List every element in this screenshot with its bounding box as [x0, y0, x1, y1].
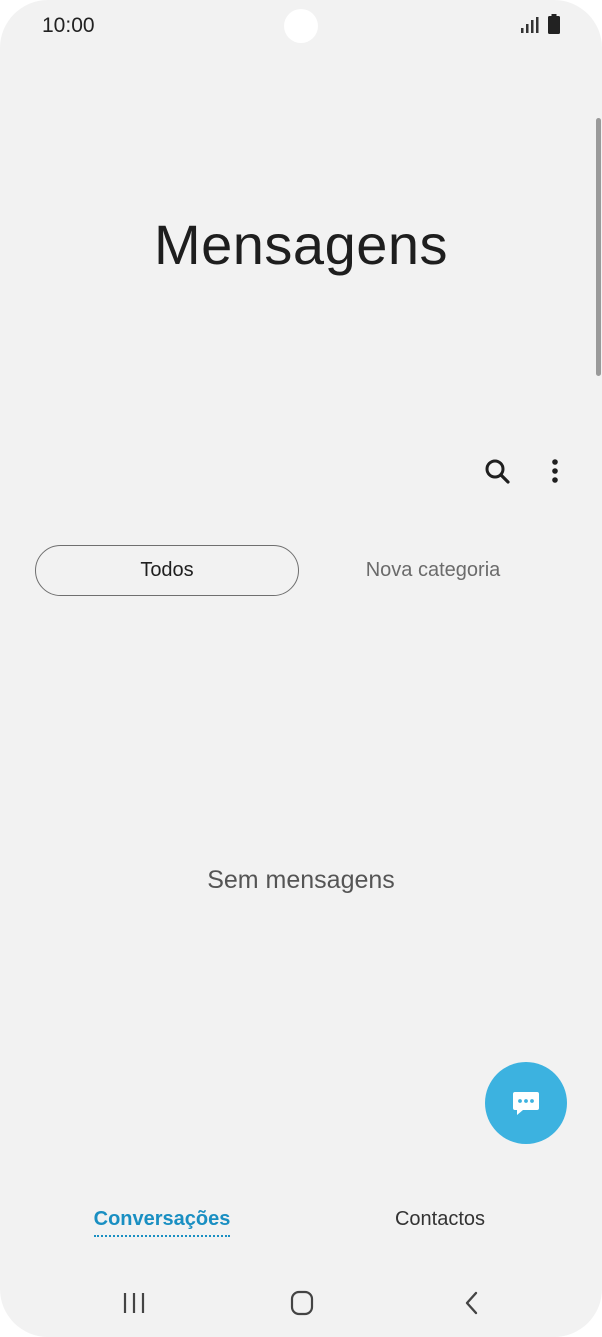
tab-all[interactable]: Todos [35, 545, 299, 596]
camera-cutout [284, 9, 318, 43]
status-time: 10:00 [42, 14, 95, 37]
tab-new-category[interactable]: Nova categoria [325, 545, 541, 596]
phone-screen: 10:00 Mensagens Todos Nova categoria Sem… [0, 0, 602, 1337]
home-icon[interactable] [284, 1288, 320, 1318]
search-button[interactable] [478, 452, 516, 490]
status-bar: 10:00 [0, 0, 602, 52]
tab-conversations-label: Conversações [93, 1208, 231, 1237]
empty-state-text: Sem mensagens [207, 866, 395, 894]
recent-apps-icon[interactable] [114, 1288, 154, 1318]
signal-icon [521, 17, 539, 33]
tab-contacts-label: Contactos [394, 1208, 486, 1230]
battery-icon [548, 14, 560, 34]
more-vert-icon [552, 459, 558, 483]
tab-conversations[interactable]: Conversações [62, 1208, 262, 1246]
back-icon[interactable] [452, 1288, 492, 1318]
search-icon [485, 459, 510, 484]
page-title: Mensagens [153, 213, 448, 276]
new-message-icon [513, 1092, 539, 1115]
compose-message-button[interactable] [485, 1062, 567, 1144]
tab-contacts[interactable]: Contactos [340, 1208, 540, 1246]
more-options-button[interactable] [540, 452, 570, 490]
